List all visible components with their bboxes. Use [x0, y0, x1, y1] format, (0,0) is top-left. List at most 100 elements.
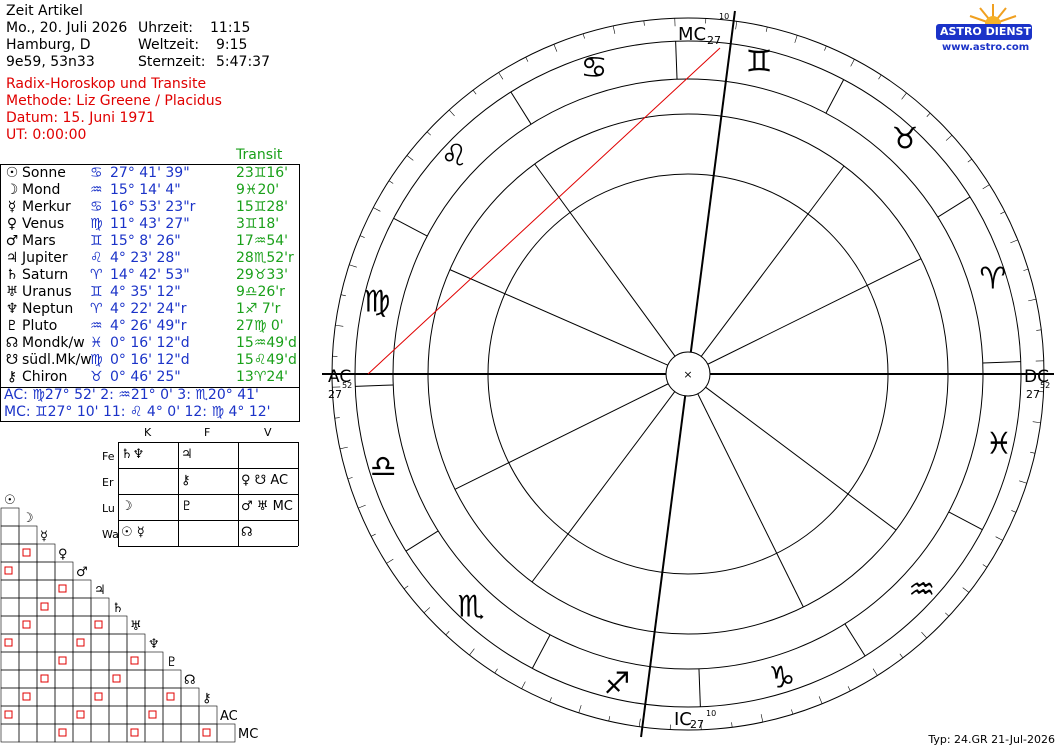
- planet-name: Mond: [22, 182, 61, 198]
- degree-tick: [921, 631, 928, 639]
- element-cell: ♃: [181, 447, 193, 462]
- aspect-symbol-icon: [202, 728, 211, 737]
- logo-url[interactable]: www.astro.com: [942, 42, 1029, 53]
- sign-boundary: [531, 634, 551, 669]
- planet-position: 15° 8' 26": [110, 233, 181, 249]
- degree-tick: [926, 112, 931, 117]
- degree-tick: [358, 504, 366, 509]
- degree-tick: [899, 653, 904, 659]
- aspect-symbol-icon: [40, 674, 49, 683]
- transit-position: 9♎26'r: [236, 284, 285, 300]
- aspect-row-label: ☿: [40, 529, 48, 544]
- element-col-header: F: [204, 426, 211, 439]
- aspect-cell: [18, 579, 38, 599]
- aspect-cell: [144, 687, 164, 707]
- ic-minute: 10: [706, 709, 716, 718]
- degree-tick: [469, 648, 475, 656]
- planet-name: Sonne: [22, 165, 66, 181]
- degree-tick: [403, 585, 409, 590]
- degree-tick: [426, 131, 431, 136]
- degree-tick: [448, 109, 455, 117]
- aspect-symbol-icon: [112, 674, 121, 683]
- house-cusp: [534, 163, 676, 357]
- aspect-cell: [0, 651, 20, 671]
- aspect-symbol-icon: [130, 656, 139, 665]
- house-cusp: [640, 395, 687, 738]
- zodiac-sign-icon: ♊: [90, 233, 103, 249]
- zodiac-sign-icon: ♐: [603, 666, 630, 701]
- degree-tick: [967, 158, 973, 163]
- aspect-cell: [72, 633, 92, 653]
- aspect-cell: [162, 687, 182, 707]
- coords-value: 9e59, 53n33: [6, 54, 95, 70]
- aspect-cell: [54, 615, 74, 635]
- aspect-cell: [72, 723, 92, 743]
- element-col-header: K: [144, 426, 152, 439]
- sternzeit-label: Sternzeit:: [138, 54, 206, 70]
- angles-line-2: MC: ♊27° 10' 11: ♌ 4° 0' 12: ♍ 4° 12': [4, 404, 271, 420]
- planet-glyph-icon: ♂: [5, 233, 19, 249]
- zodiac-sign-icon: ♉: [90, 369, 103, 385]
- house-cusp: [449, 269, 669, 366]
- zodiac-sign-icon: ♒: [90, 318, 103, 334]
- zodiac-sign-icon: ♊: [90, 284, 103, 300]
- planet-position: 0° 16' 12"d: [110, 352, 190, 368]
- planet-name: Uranus: [22, 284, 72, 300]
- aspect-row-label: ♀: [58, 547, 68, 562]
- planet-glyph-icon: ♃: [5, 250, 19, 266]
- aspect-symbol-icon: [22, 620, 31, 629]
- natal-date: Datum: 15. Juni 1971: [6, 110, 156, 126]
- astrodienst-logo[interactable]: ASTRO DIENST www.astro.com: [928, 2, 1058, 62]
- degree-tick: [765, 26, 768, 32]
- aspect-cell: [18, 651, 38, 671]
- aspect-cell: [90, 633, 110, 653]
- zodiac-sign-icon: ♈: [90, 267, 103, 283]
- ac-minute: 52: [342, 381, 352, 390]
- transit-position: 17♒54': [236, 233, 289, 249]
- aspect-row-label: ♂: [76, 565, 88, 580]
- planet-position: 0° 46' 25": [110, 369, 181, 385]
- mc-label: MC: [678, 24, 706, 45]
- aspect-cell: [180, 723, 200, 743]
- degree-tick: [1028, 298, 1037, 302]
- aspect-cell: [36, 633, 56, 653]
- aspect-cell: [0, 633, 20, 653]
- degree-tick: [1010, 239, 1018, 244]
- aspect-row-label: ⚷: [202, 691, 212, 706]
- aspect-symbol-icon: [22, 548, 31, 557]
- planet-glyph-icon: ☉: [5, 165, 19, 181]
- degree-tick: [794, 35, 798, 43]
- aspect-cell: [18, 705, 38, 725]
- logo-text: ASTRO DIENST: [940, 25, 1031, 38]
- degree-tick: [371, 533, 376, 537]
- aspect-cell: [72, 669, 92, 689]
- degree-tick: [423, 607, 431, 614]
- degree-tick: [962, 587, 970, 593]
- aspect-row-label: ☉: [4, 493, 16, 508]
- aspect-row-label: ☽: [22, 511, 34, 526]
- zodiac-sign-icon: ♈: [90, 301, 103, 317]
- sign-boundary: [982, 361, 1021, 364]
- planet-position: 16° 53' 23"r: [110, 199, 196, 215]
- uhrzeit-value: 11:15: [210, 20, 251, 36]
- aspect-cell: [180, 687, 200, 707]
- zodiac-sign-icon: ♒: [90, 182, 103, 198]
- sign-boundary: [393, 217, 428, 237]
- aspect-cell: [90, 615, 110, 635]
- aspect-cell: [18, 669, 38, 689]
- element-row-label: Fe: [102, 450, 115, 463]
- aspect-symbol-icon: [58, 656, 67, 665]
- aspect-cell: [72, 615, 92, 635]
- aspect-cell: [0, 507, 20, 527]
- degree-tick: [388, 180, 394, 184]
- zodiac-sign-icon: ♋: [581, 51, 608, 86]
- degree-tick: [373, 207, 381, 212]
- house-cusp: [454, 383, 669, 490]
- angles-line-1: AC: ♍27° 52' 2: ♒21° 0' 3: ♏20° 41': [4, 387, 259, 403]
- degree-tick: [791, 709, 794, 715]
- aspect-cell: [72, 597, 92, 617]
- degree-tick: [1023, 268, 1029, 271]
- aspect-cell: [108, 723, 128, 743]
- degree-tick: [340, 294, 346, 297]
- aspect-cell: [90, 651, 110, 671]
